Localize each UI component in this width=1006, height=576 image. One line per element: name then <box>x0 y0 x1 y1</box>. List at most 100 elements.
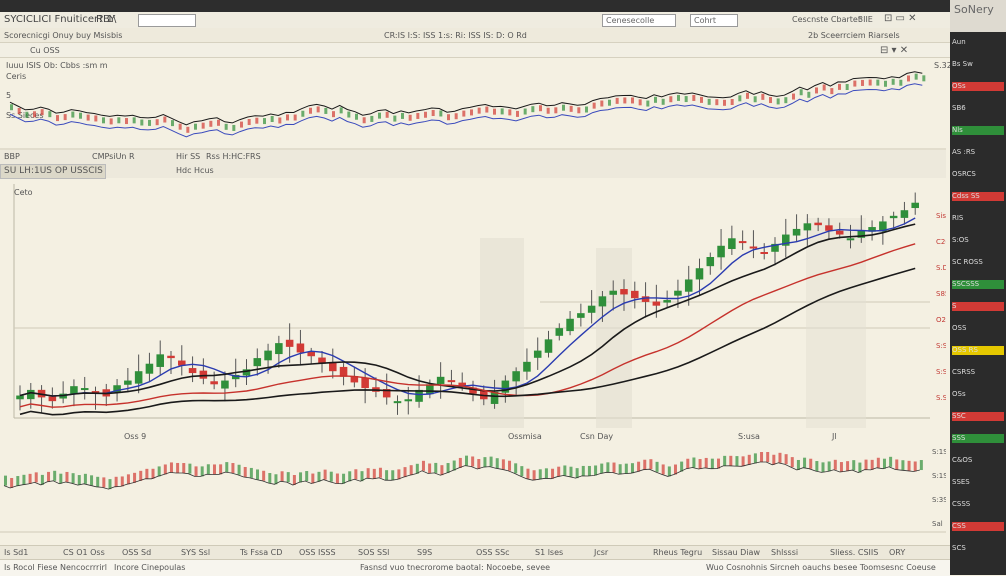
timeline-item[interactable]: S9S <box>417 548 432 557</box>
side-panel-row[interactable]: OSS RS <box>952 346 1004 355</box>
volume-bar <box>151 468 155 479</box>
side-panel-row[interactable]: CSS <box>952 522 1004 531</box>
volume-bar <box>28 473 32 484</box>
volume-bar <box>65 471 69 482</box>
symbol-input[interactable] <box>138 14 196 27</box>
timeline-item[interactable]: ORY <box>889 548 905 557</box>
overview-candle <box>25 111 29 118</box>
volume-bar <box>624 463 628 474</box>
volume-bar <box>889 456 893 467</box>
side-panel-row[interactable]: CSRSS <box>952 368 1004 377</box>
candle-body <box>803 223 812 231</box>
timeline-item[interactable]: Sliess. CSIIS <box>830 548 878 557</box>
volume-bar <box>876 457 880 468</box>
candle-body <box>124 380 132 385</box>
zoom-controls-icon[interactable]: ⊟ ▾ ✕ <box>880 45 908 56</box>
window-control-icon[interactable]: ⊡ ▭ ✕ <box>884 13 917 24</box>
volume-bar <box>489 456 493 467</box>
overview-candle <box>776 98 780 105</box>
side-panel-row[interactable]: SSC <box>952 412 1004 421</box>
timeline-item[interactable]: OSS Sd <box>122 548 151 557</box>
timeline-item[interactable]: Is Sd1 <box>4 548 28 557</box>
overview-candle <box>462 110 466 117</box>
side-panel-row[interactable]: S <box>952 302 1004 311</box>
timeline-item[interactable]: SOS SSl <box>358 548 389 557</box>
overview-candle <box>508 109 512 116</box>
volume-bar <box>704 457 708 468</box>
side-panel-row[interactable]: SSCSSS <box>952 280 1004 289</box>
volume-bar <box>557 466 561 477</box>
center-field-1[interactable]: Cenesecolle <box>602 14 676 27</box>
timeline-item[interactable]: Ts Fssa CD <box>240 548 282 557</box>
side-panel-row[interactable]: OSs <box>952 390 1004 399</box>
volume-bar <box>243 466 247 477</box>
overview-candle <box>178 123 182 130</box>
volume-bar <box>551 468 555 479</box>
overview-candle <box>746 92 749 99</box>
center-field-2[interactable]: Cohrt Jses <box>690 14 738 36</box>
side-panel-row[interactable]: Bs Sw <box>952 60 1004 69</box>
timeline-item[interactable]: Jcsr <box>594 548 608 557</box>
overview-candle <box>531 106 535 113</box>
menu-item-1[interactable]: RBY <box>96 14 115 25</box>
candle-body <box>16 395 24 400</box>
side-panel-row[interactable]: Aun <box>952 38 1004 47</box>
volume-bar <box>723 455 727 466</box>
candle-body <box>145 363 154 374</box>
toolbar-label-right: 2b Sceerrciem Riarsels <box>808 31 900 40</box>
side-panel-row[interactable]: OSS <box>952 324 1004 333</box>
volume-bar <box>630 463 634 474</box>
timeline-item[interactable]: CS O1 Oss <box>63 548 105 557</box>
timeline-item[interactable]: Sissau Diaw <box>712 548 760 557</box>
overview-candle <box>56 115 59 122</box>
volume-tick-label: S:1S <box>932 472 946 480</box>
side-panel-row[interactable]: C&OS <box>952 456 1004 465</box>
candle-body <box>523 361 531 372</box>
toolbar: Scorecnicgi Onuy buy Msisbis CR:IS I:S: … <box>0 28 950 43</box>
candle-body <box>609 290 617 295</box>
timeline-item[interactable]: OSS ISSS <box>299 548 336 557</box>
candlestick-chart[interactable]: Sis C20 S.D S85 O2S S:S S:S S.S <box>0 178 946 430</box>
side-panel-row[interactable]: Cdss SS <box>952 192 1004 201</box>
volume-bar <box>661 464 665 475</box>
timeline-item[interactable]: Rheus Tegru <box>653 548 702 557</box>
side-panel-row[interactable]: SCS <box>952 544 1004 553</box>
volume-bar <box>501 459 505 470</box>
chart-title-tab[interactable]: SU LH:1US OP USSCIS <box>0 164 106 179</box>
side-panel-row[interactable]: SSES <box>952 478 1004 487</box>
side-panel-row[interactable]: SB6 <box>952 104 1004 113</box>
overview-candle <box>286 114 289 121</box>
side-panel-row[interactable]: S:OS <box>952 236 1004 245</box>
indicator-label-5: Hdc Hcus <box>176 166 214 175</box>
volume-bar <box>10 477 14 488</box>
status-left: Is Rocol Fiese Nencocrrrirl <box>4 563 108 572</box>
overview-candle <box>247 119 251 126</box>
timeline-item[interactable]: SYS Ssl <box>181 548 210 557</box>
side-panel-row[interactable]: SSS <box>952 434 1004 443</box>
timeline-item[interactable]: OSS SSc <box>476 548 510 557</box>
overview-candle <box>347 111 351 118</box>
overview-candle <box>163 116 167 123</box>
indicator-label-1: BBP <box>4 152 20 161</box>
side-panel-row[interactable]: AS :RS <box>952 148 1004 157</box>
side-panel-row[interactable]: Nls <box>952 126 1004 135</box>
side-panel-row[interactable]: CSSS <box>952 500 1004 509</box>
volume-bar <box>587 465 591 476</box>
side-panel-row[interactable]: SC ROSS <box>952 258 1004 267</box>
side-panel-row[interactable]: RIS <box>952 214 1004 223</box>
overview-candle <box>585 106 588 113</box>
side-panel-row[interactable]: OSs <box>952 82 1004 91</box>
volume-bar <box>194 466 198 477</box>
volume-bar <box>907 460 911 471</box>
volume-bar <box>212 464 216 475</box>
overview-candle <box>830 88 834 95</box>
overview-candle <box>684 96 688 103</box>
timeline-item[interactable]: Shlsssi <box>771 548 798 557</box>
candle-body <box>285 339 294 347</box>
volume-bar <box>465 455 468 466</box>
overview-candle <box>730 99 734 106</box>
overview-candle <box>155 119 159 126</box>
overview-candle <box>102 117 105 124</box>
timeline-item[interactable]: S1 lses <box>535 548 563 557</box>
side-panel-row[interactable]: OSRCS <box>952 170 1004 179</box>
